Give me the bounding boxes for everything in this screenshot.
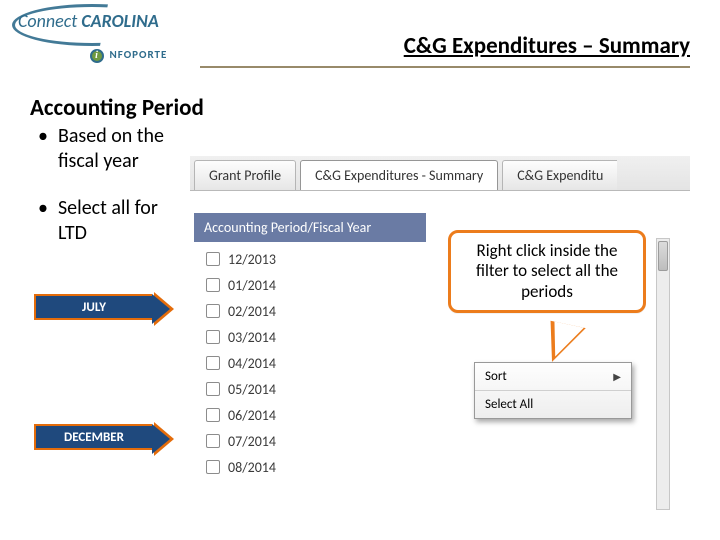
checkbox-icon[interactable] [206,460,220,474]
scrollbar[interactable] [656,238,670,510]
menu-item-sort[interactable]: Sort ▶ [475,363,631,390]
scrollbar-thumb[interactable] [658,241,668,271]
period-label: 05/2014 [228,381,276,398]
checkbox-icon[interactable] [206,382,220,396]
connect-carolina-logo: Connect CAROLINA [18,10,159,32]
period-label: 07/2014 [228,433,276,450]
section-subtitle: Accounting Period [30,94,204,122]
tab-grant-profile[interactable]: Grant Profile [194,160,296,190]
callout-text: Right click inside the filter to select … [476,240,618,302]
tab-bar: Grant Profile C&G Expenditures - Summary… [190,156,690,191]
checkbox-icon[interactable] [206,330,220,344]
period-label: 08/2014 [228,459,276,476]
filter-section-label: Accounting Period/Fiscal Year [194,213,426,242]
checkbox-icon[interactable] [206,278,220,292]
title-bar: C&G Expenditures – Summary [200,32,690,68]
infoporte-text: NFOPORTE [110,48,168,61]
tab-cg-summary[interactable]: C&G Expenditures - Summary [300,160,498,190]
period-label: 03/2014 [228,329,276,346]
menu-item-select-all[interactable]: Select All [475,390,631,418]
period-row[interactable]: 03/2014 [206,324,690,350]
checkbox-icon[interactable] [206,252,220,266]
infoporte-logo: i NFOPORTE [90,48,167,63]
page-title: C&G Expenditures – Summary [200,32,690,60]
period-row[interactable]: 08/2014 [206,454,690,480]
period-label: 12/2013 [228,251,276,268]
slide-header: Connect CAROLINA i NFOPORTE C&G Expendit… [0,0,720,68]
tab-cg-expenditures-cut[interactable]: C&G Expenditu [502,160,617,190]
bullet-item: Select all for LTD [38,196,188,246]
checkbox-icon[interactable] [206,408,220,422]
period-label: 04/2014 [228,355,276,372]
app-screenshot: Grant Profile C&G Expenditures - Summary… [190,156,690,514]
arrow-label-text: DECEMBER [64,430,124,445]
instruction-callout: Right click inside the filter to select … [448,230,646,313]
menu-item-label: Select All [485,397,533,412]
checkbox-icon[interactable] [206,304,220,318]
menu-item-label: Sort [485,369,507,384]
arrow-label-december: DECEMBER [34,424,152,450]
bullet-item: Based on the fiscal year [38,124,188,174]
period-row[interactable]: 07/2014 [206,428,690,454]
arrow-label-text: JULY [82,300,106,315]
checkbox-icon[interactable] [206,434,220,448]
bullet-text: Select all for LTD [58,196,178,246]
bullet-text: Based on the fiscal year [58,124,178,174]
context-menu: Sort ▶ Select All [474,362,632,419]
period-label: 02/2014 [228,303,276,320]
submenu-arrow-icon: ▶ [613,370,621,383]
info-icon: i [90,49,104,63]
arrow-label-july: JULY [34,294,152,320]
checkbox-icon[interactable] [206,356,220,370]
bullet-list: Based on the fiscal year Select all for … [38,124,188,268]
period-label: 06/2014 [228,407,276,424]
period-label: 01/2014 [228,277,276,294]
